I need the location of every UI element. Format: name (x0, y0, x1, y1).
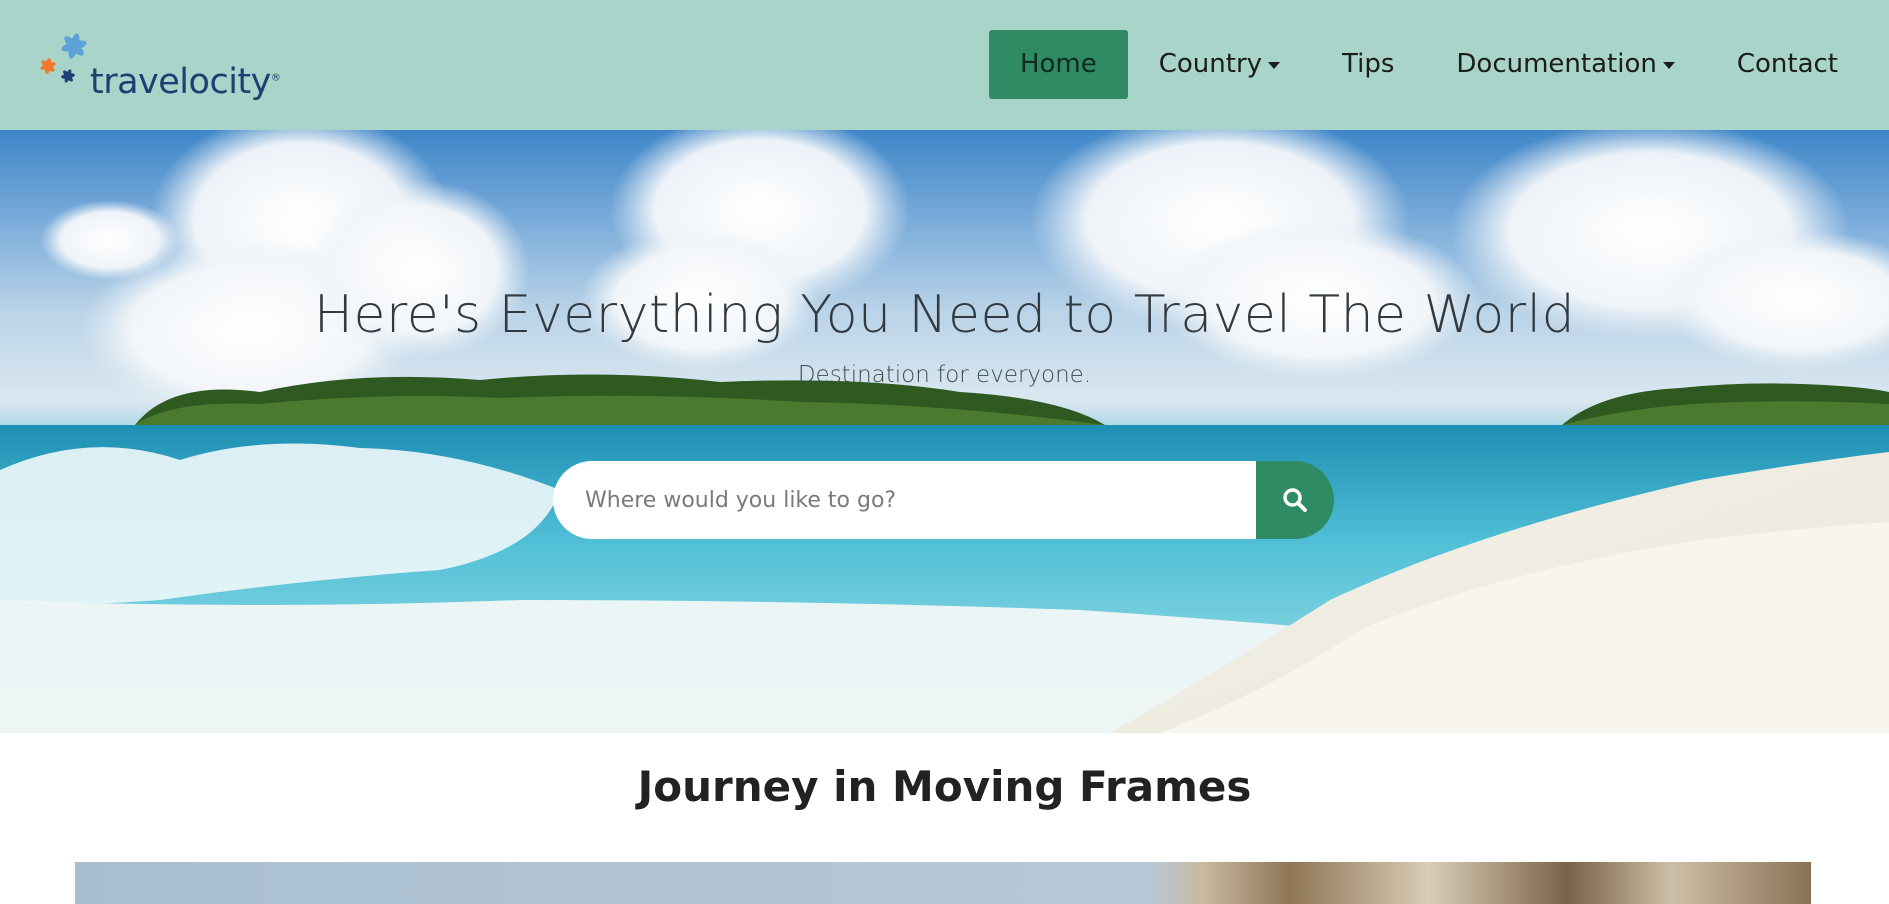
nav-home-label: Home (1019, 49, 1097, 79)
logo-text: travelocity® (90, 62, 281, 102)
nav-contact-link[interactable]: Contact (1706, 30, 1869, 99)
destination-search-form (553, 461, 1334, 539)
caret-down-icon (1268, 62, 1281, 69)
logo-stars-icon (40, 33, 87, 83)
main-nav: Home Country Tips Documentation Contact (988, 30, 1869, 99)
beach-background-image (0, 130, 1889, 733)
top-navbar: travelocity® Home Country Tips Documenta… (0, 0, 1889, 130)
caret-down-icon (1662, 62, 1675, 69)
search-icon (1283, 488, 1307, 512)
nav-documentation-dropdown[interactable]: Documentation (1425, 30, 1705, 99)
hero-title: Here's Everything You Need to Travel The… (313, 285, 1576, 345)
nav-documentation-label: Documentation (1456, 49, 1657, 79)
destination-search-input[interactable] (553, 461, 1258, 539)
nav-contact-label: Contact (1736, 49, 1838, 79)
video-frame[interactable] (75, 862, 1811, 904)
search-button[interactable] (1256, 461, 1334, 539)
nav-home-link[interactable]: Home (988, 30, 1128, 99)
logo-registered-mark: ® (270, 72, 281, 84)
travelocity-logo[interactable]: travelocity® (38, 26, 281, 106)
hero-banner: Here's Everything You Need to Travel The… (0, 130, 1889, 733)
nav-tips-label: Tips (1342, 49, 1395, 79)
nav-tips-link[interactable]: Tips (1311, 30, 1425, 99)
nav-country-label: Country (1158, 49, 1263, 79)
hero-subtitle: Destination for everyone. (797, 362, 1092, 388)
section-title: Journey in Moving Frames (637, 762, 1252, 811)
nav-country-dropdown[interactable]: Country (1128, 30, 1311, 99)
